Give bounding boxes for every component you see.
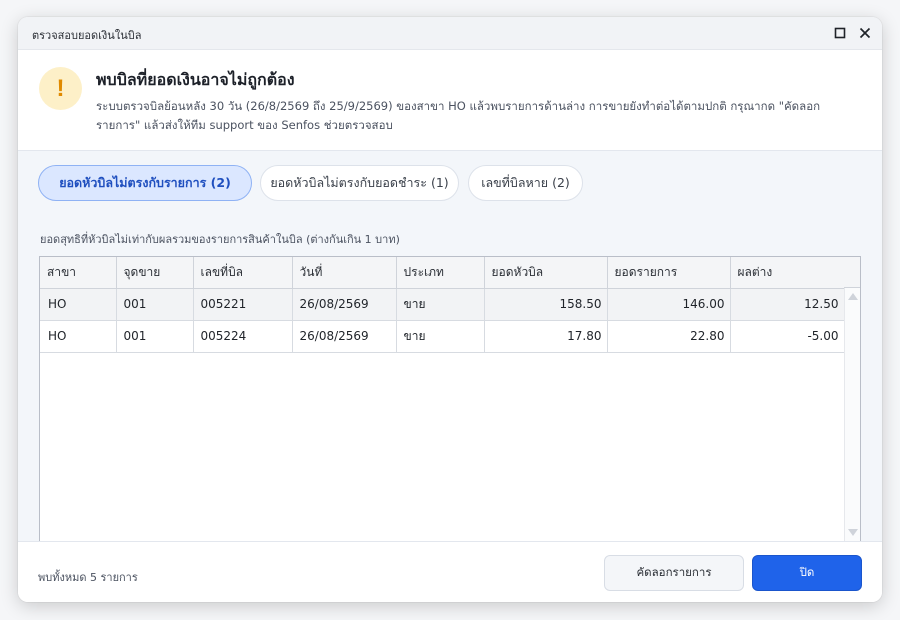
title-bar: ตรวจสอบยอดเงินในบิล [18,17,882,50]
vertical-scrollbar[interactable] [844,288,860,541]
alert-header: ! พบบิลที่ยอดเงินอาจไม่ถูกต้อง ระบบตรวจบ… [18,50,882,151]
warning-icon: ! [39,67,82,110]
column-header-bill-number[interactable]: เลขที่บิล [193,257,293,289]
data-grid: สาขา จุดขาย เลขที่บิล วันที่ ประเภท ยอดห… [39,256,861,542]
scroll-down-arrow-icon[interactable] [848,529,858,536]
column-header-branch[interactable]: สาขา [40,257,117,289]
tab-header-vs-items[interactable]: ยอดหัวบิลไม่ตรงกับรายการ (2) [38,165,252,201]
close-window-button[interactable] [857,25,873,41]
cell-branch: HO [40,288,117,321]
column-header-pos[interactable]: จุดขาย [116,257,194,289]
close-icon [859,27,871,39]
cell-bill-number: 005221 [193,288,293,321]
cell-pos: 001 [116,320,194,353]
warning-glyph: ! [56,74,65,102]
table-caption: ยอดสุทธิที่หัวบิลไม่เท่ากับผลรวมของรายกา… [40,233,400,246]
column-header-items-total[interactable]: ยอดรายการ [607,257,731,289]
cell-branch: HO [40,320,117,353]
column-header-header-total[interactable]: ยอดหัวบิล [484,257,608,289]
tab-header-vs-payment[interactable]: ยอดหัวบิลไม่ตรงกับยอดชำระ (1) [260,165,459,201]
scroll-up-arrow-icon[interactable] [848,293,858,300]
content-area: ยอดหัวบิลไม่ตรงกับรายการ (2) ยอดหัวบิลไม… [18,151,882,542]
alert-description: ระบบตรวจบิลย้อนหลัง 30 วัน (26/8/2569 ถึ… [96,99,821,132]
cell-type: ขาย [396,320,485,353]
cell-bill-number: 005224 [193,320,293,353]
close-button[interactable]: ปิด [752,555,862,591]
cell-pos: 001 [116,288,194,321]
window-title: ตรวจสอบยอดเงินในบิล [32,29,142,42]
column-header-type[interactable]: ประเภท [396,257,485,289]
cell-date: 26/08/2569 [292,320,397,353]
maximize-icon [834,27,846,39]
cell-difference: 12.50 [730,288,845,321]
alert-heading: พบบิลที่ยอดเงินอาจไม่ถูกต้อง [96,70,295,89]
cell-header-total: 158.50 [484,288,608,321]
cell-type: ขาย [396,288,485,321]
scrollbar-corner [844,257,860,288]
dialog-footer: พบทั้งหมด 5 รายการ คัดลอกรายการ ปิด [18,541,882,602]
cell-items-total: 146.00 [607,288,731,321]
mismatch-table: สาขา จุดขาย เลขที่บิล วันที่ ประเภท ยอดห… [40,257,845,353]
tab-missing-bill-numbers[interactable]: เลขที่บิลหาย (2) [468,165,583,201]
column-header-difference[interactable]: ผลต่าง [730,257,845,289]
dialog: ตรวจสอบยอดเงินในบิล ! พบบิลที่ยอดเงินอาจ… [18,17,882,602]
result-count: พบทั้งหมด 5 รายการ [38,571,138,584]
copy-list-button[interactable]: คัดลอกรายการ [604,555,744,591]
cell-header-total: 17.80 [484,320,608,353]
table-row[interactable]: HO 001 005224 26/08/2569 ขาย 17.80 22.80… [40,320,845,353]
cell-items-total: 22.80 [607,320,731,353]
table-header-row: สาขา จุดขาย เลขที่บิล วันที่ ประเภท ยอดห… [40,257,845,289]
maximize-button[interactable] [832,25,848,41]
table-row[interactable]: HO 001 005221 26/08/2569 ขาย 158.50 146.… [40,288,845,321]
column-header-date[interactable]: วันที่ [292,257,397,289]
cell-date: 26/08/2569 [292,288,397,321]
cell-difference: -5.00 [730,320,845,353]
